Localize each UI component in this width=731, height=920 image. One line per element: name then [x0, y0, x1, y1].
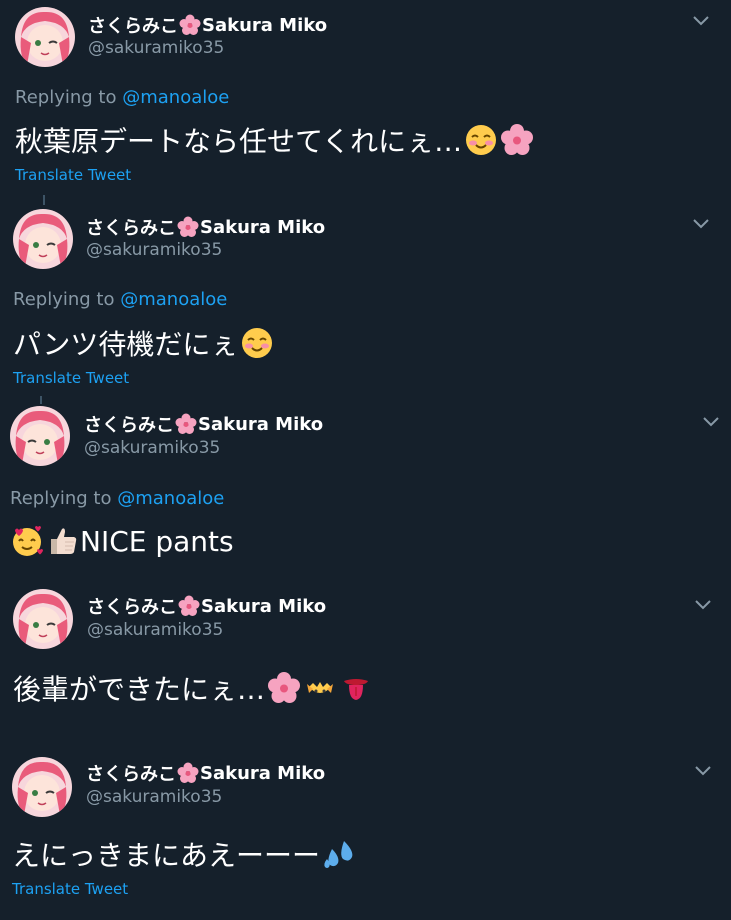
mention-link[interactable]: @manoaloe [117, 488, 224, 509]
tweet-5[interactable]: さくらみこ Sakura Miko @sakuramiko35 えにっきまにあえ… [0, 752, 731, 920]
tweet-3[interactable]: さくらみこ Sakura Miko @sakuramiko35 Replying… [0, 400, 731, 580]
avatar-image [12, 757, 72, 817]
cherry-blossom-icon [178, 595, 200, 617]
tweet-feed: さくらみこ Sakura Miko @sakuramiko35 Replying… [0, 0, 731, 920]
display-name-suffix[interactable]: Sakura Miko [202, 15, 327, 36]
translate-tweet-link[interactable]: Translate Tweet [12, 880, 128, 898]
hatching-chick-emoji-icon [303, 671, 337, 705]
smiling-hearts-emoji-icon [10, 524, 44, 558]
tweet-text-content: 秋葉原デートなら任せてくれにぇ… [15, 125, 463, 158]
cherry-blossom-icon [175, 413, 197, 435]
name-row[interactable]: さくらみこ Sakura Miko [87, 593, 326, 619]
handle[interactable]: @sakuramiko35 [86, 240, 222, 260]
sweat-droplets-emoji-icon [322, 837, 356, 871]
avatar[interactable] [13, 209, 73, 269]
handle[interactable]: @sakuramiko35 [86, 787, 222, 807]
tweet-1[interactable]: さくらみこ Sakura Miko @sakuramiko35 Replying… [0, 0, 731, 195]
cherry-blossom-icon [179, 14, 201, 36]
avatar[interactable] [15, 7, 75, 67]
mention-link[interactable]: @manoaloe [122, 87, 229, 108]
display-name-suffix[interactable]: Sakura Miko [198, 414, 323, 435]
display-name-suffix[interactable]: Sakura Miko [201, 596, 326, 617]
mention-link[interactable]: @manoaloe [120, 289, 227, 310]
replying-to: Replying to @manoaloe [15, 87, 229, 108]
tweet-text: えにっきまにあえーーー [12, 834, 356, 874]
name-row[interactable]: さくらみこ Sakura Miko [88, 12, 327, 38]
handle[interactable]: @sakuramiko35 [88, 38, 224, 58]
tweet-text-content: 後輩ができたにぇ… [13, 673, 266, 706]
tweet-text: 後輩ができたにぇ… [13, 668, 373, 708]
handle[interactable]: @sakuramiko35 [84, 438, 220, 458]
avatar[interactable] [12, 757, 72, 817]
translate-tweet-link[interactable]: Translate Tweet [13, 369, 129, 387]
display-name-suffix[interactable]: Sakura Miko [200, 217, 325, 238]
chevron-down-icon[interactable] [694, 765, 712, 777]
replying-prefix: Replying to [15, 87, 117, 108]
display-name-suffix[interactable]: Sakura Miko [200, 763, 325, 784]
chevron-down-icon[interactable] [702, 416, 720, 428]
display-name[interactable]: さくらみこ [88, 12, 178, 38]
display-name[interactable]: さくらみこ [87, 593, 177, 619]
smiling-blush-emoji-icon [240, 326, 274, 360]
avatar-image [13, 589, 73, 649]
cherry-blossom-emoji-icon [500, 123, 534, 157]
replying-to: Replying to @manoaloe [13, 289, 227, 310]
name-row[interactable]: さくらみこ Sakura Miko [86, 760, 325, 786]
thumbs-up-emoji-icon [46, 524, 80, 558]
tweet-text-content: パンツ待機だにぇ [13, 328, 239, 361]
avatar[interactable] [10, 406, 70, 466]
display-name[interactable]: さくらみこ [86, 214, 176, 240]
cherry-blossom-icon [177, 762, 199, 784]
tweet-4[interactable]: さくらみこ Sakura Miko @sakuramiko35 後輩ができたにぇ… [0, 585, 731, 745]
cherry-blossom-emoji-icon [267, 671, 301, 705]
tweet-text-content: NICE pants [80, 524, 234, 558]
tongue-emoji-icon [339, 671, 373, 705]
avatar[interactable] [13, 589, 73, 649]
tweet-text: 秋葉原デートなら任せてくれにぇ… [15, 120, 534, 160]
translate-tweet-link[interactable]: Translate Tweet [15, 166, 131, 184]
chevron-down-icon[interactable] [692, 15, 710, 27]
name-row[interactable]: さくらみこ Sakura Miko [86, 214, 325, 240]
tweet-text: NICE pants [10, 524, 234, 558]
tweet-2[interactable]: さくらみこ Sakura Miko @sakuramiko35 Replying… [0, 200, 731, 395]
replying-prefix: Replying to [10, 488, 112, 509]
smiling-blush-emoji-icon [464, 123, 498, 157]
avatar-image [10, 406, 70, 466]
cherry-blossom-icon [177, 216, 199, 238]
avatar-image [13, 209, 73, 269]
display-name[interactable]: さくらみこ [86, 760, 176, 786]
chevron-down-icon[interactable] [694, 599, 712, 611]
chevron-down-icon[interactable] [692, 218, 710, 230]
avatar-image [15, 7, 75, 67]
handle[interactable]: @sakuramiko35 [87, 620, 223, 640]
replying-to: Replying to @manoaloe [10, 488, 224, 509]
replying-prefix: Replying to [13, 289, 115, 310]
tweet-text: パンツ待機だにぇ [13, 323, 274, 363]
name-row[interactable]: さくらみこ Sakura Miko [84, 411, 323, 437]
display-name[interactable]: さくらみこ [84, 411, 174, 437]
tweet-text-content: えにっきまにあえーーー [12, 839, 321, 872]
